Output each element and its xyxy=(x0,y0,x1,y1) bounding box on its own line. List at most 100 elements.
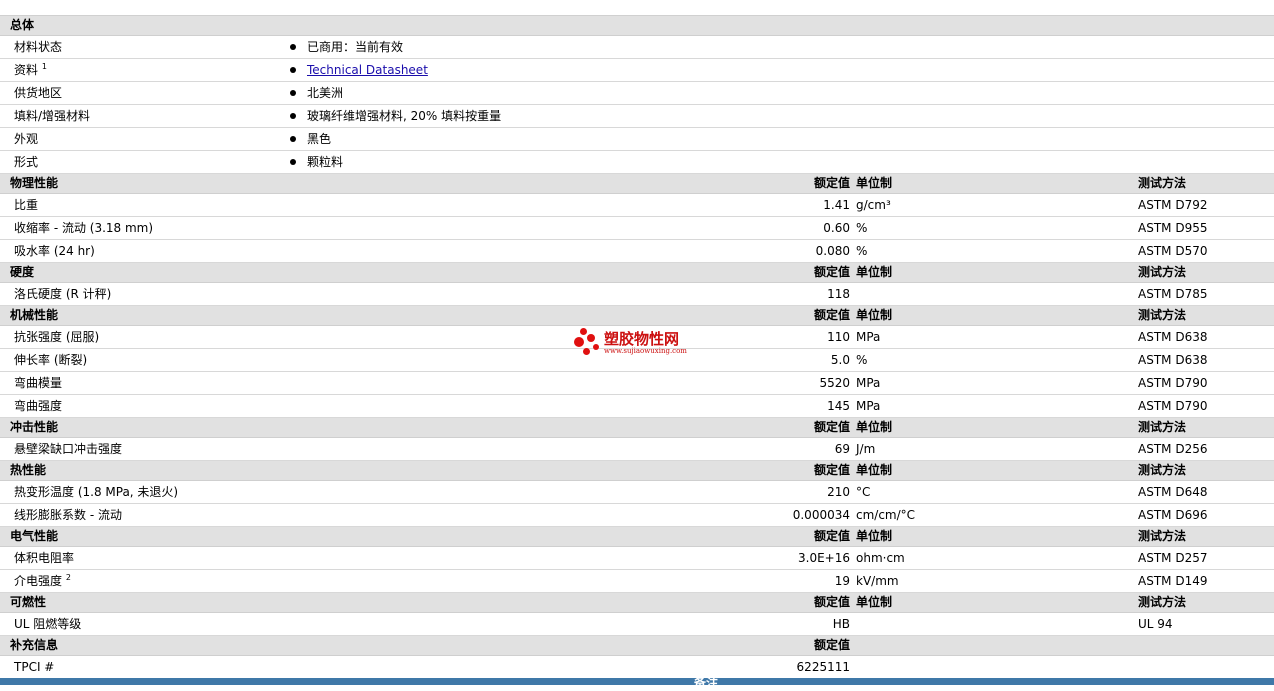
nominal-value: 145 xyxy=(827,399,850,413)
test-method: ASTM D792 xyxy=(1138,198,1208,212)
property-label: 介电强度 2 xyxy=(14,573,71,588)
unit-value: g/cm³ xyxy=(856,198,891,212)
section-header: 补充信息 额定值 xyxy=(0,636,1274,656)
row-label-text: 形式 xyxy=(14,155,39,169)
logo-dot-icon xyxy=(583,348,590,355)
property-row: 弯曲模量 5520 MPa ASTM D790 xyxy=(0,372,1274,395)
property-label: TPCI # xyxy=(14,660,54,674)
unit-value: ohm·cm xyxy=(856,551,905,565)
property-row: 悬壁梁缺口冲击强度 69 J/m ASTM D256 xyxy=(0,438,1274,461)
logo-dot-icon xyxy=(593,344,599,350)
col-header-nominal: 额定值 xyxy=(813,463,850,477)
nominal-value: 0.000034 xyxy=(792,508,850,522)
test-method: UL 94 xyxy=(1138,617,1173,631)
property-label-text: TPCI # xyxy=(14,660,55,674)
bullet-icon xyxy=(290,90,296,96)
row-value: 玻璃纤维增强材料, 20% 填料按重量 xyxy=(307,109,502,123)
test-method: ASTM D256 xyxy=(1138,442,1208,456)
col-header-method: 测试方法 xyxy=(1138,420,1187,434)
test-method: ASTM D638 xyxy=(1138,330,1208,344)
col-header-unit: 单位制 xyxy=(856,308,893,322)
property-row: 介电强度 2 19 kV/mm ASTM D149 xyxy=(0,570,1274,593)
test-method: ASTM D696 xyxy=(1138,508,1208,522)
logo-dot-icon xyxy=(580,328,587,335)
general-section: 总体 材料状态 已商用：当前有效 资料 1 Technical Datasheet 供货… xyxy=(0,16,1274,174)
row-value: 颗粒料 xyxy=(307,155,344,169)
bullet-icon xyxy=(290,159,296,165)
section-title: 热性能 xyxy=(10,463,47,477)
col-header-method: 测试方法 xyxy=(1138,308,1187,322)
section-header-general: 总体 xyxy=(0,16,1274,36)
property-label: 线形膨胀系数 - 流动 xyxy=(14,508,122,522)
nominal-value: 69 xyxy=(834,442,850,456)
row-label-text: 外观 xyxy=(14,132,39,146)
property-label-text: 悬壁梁缺口冲击强度 xyxy=(14,442,123,456)
property-label: 收缩率 - 流动 (3.18 mm) xyxy=(14,221,153,235)
row-label-text: 填料/增强材料 xyxy=(14,109,91,123)
nominal-value: 19 xyxy=(834,574,850,588)
datasheet-link[interactable]: Technical Datasheet xyxy=(307,63,428,77)
col-header-unit: 单位制 xyxy=(856,463,893,477)
property-label: 抗张强度 (屈服) xyxy=(14,330,99,344)
property-label-text: 介电强度 xyxy=(14,574,63,588)
section-header: 硬度 额定值 单位制 测试方法 xyxy=(0,263,1274,283)
property-row: 收缩率 - 流动 (3.18 mm) 0.60% ASTM D955 xyxy=(0,217,1274,240)
nominal-value: 0.60 xyxy=(823,221,850,235)
properties-sections: 物理性能 额定值 单位制 测试方法 比重 1.41 g/cm³ ASTM D792 收缩率 - … xyxy=(0,174,1274,679)
test-method: ASTM D648 xyxy=(1138,485,1208,499)
property-label-text: 伸长率 (断裂) xyxy=(14,353,88,367)
col-header-nominal: 额定值 xyxy=(813,529,850,543)
general-row: 填料/增强材料 玻璃纤维增强材料, 20% 填料按重量 xyxy=(0,105,1274,128)
test-method: ASTM D149 xyxy=(1138,574,1208,588)
col-header-unit: 单位制 xyxy=(856,420,893,434)
property-label-text: 吸水率 (24 hr) xyxy=(14,244,95,258)
section-header: 电气性能 额定值 单位制 测试方法 xyxy=(0,527,1274,547)
section-title: 可燃性 xyxy=(10,595,47,609)
row-value: 已商用：当前有效 xyxy=(307,40,404,54)
section-header: 机械性能 额定值 单位制 测试方法 xyxy=(0,306,1274,326)
unit-value: °C xyxy=(856,485,871,499)
property-label: 吸水率 (24 hr) xyxy=(14,244,95,258)
property-label-text: 热变形温度 (1.8 MPa, 未退火) xyxy=(14,485,179,499)
nominal-value: 110 xyxy=(827,330,850,344)
property-label: 弯曲强度 xyxy=(14,399,62,413)
unit-value: kV/mm xyxy=(856,574,899,588)
col-header-unit: 单位制 xyxy=(856,529,893,543)
col-header-unit: 单位制 xyxy=(856,265,893,279)
property-label-text: 洛氏硬度 (R 计秤) xyxy=(14,287,112,301)
notes-label: 备注 xyxy=(694,676,719,690)
col-header-nominal: 额定值 xyxy=(813,265,850,279)
property-row: 体积电阻率 3.0E+16 ohm·cm ASTM D257 xyxy=(0,547,1274,570)
watermark-logo: 塑胶物性网 www.sujiaowuxing.com xyxy=(574,326,704,360)
section-header: 热性能 额定值 单位制 测试方法 xyxy=(0,461,1274,481)
row-label: 供货地区 xyxy=(14,86,62,100)
col-header-unit: 单位制 xyxy=(856,176,893,190)
nominal-value: 3.0E+16 xyxy=(798,551,850,565)
nominal-value: 6225111 xyxy=(796,660,850,674)
general-row: 资料 1 Technical Datasheet xyxy=(0,59,1274,82)
top-strip xyxy=(0,0,1274,16)
section-header: 冲击性能 额定值 单位制 测试方法 xyxy=(0,418,1274,438)
col-header-method: 测试方法 xyxy=(1138,176,1187,190)
test-method: ASTM D638 xyxy=(1138,353,1208,367)
unit-value: cm/cm/°C xyxy=(856,508,916,522)
property-row: 吸水率 (24 hr) 0.080% ASTM D570 xyxy=(0,240,1274,263)
row-value: 北美洲 xyxy=(307,86,344,100)
property-row: UL 阻燃等级 HB UL 94 xyxy=(0,613,1274,636)
section-title: 冲击性能 xyxy=(10,420,59,434)
property-label-text: 线形膨胀系数 - 流动 xyxy=(14,508,122,522)
property-row: TPCI # 6225111 xyxy=(0,656,1274,679)
property-label: 弯曲模量 xyxy=(14,376,62,390)
unit-value: % xyxy=(856,353,868,367)
row-label-text: 供货地区 xyxy=(14,86,63,100)
col-header-unit: 单位制 xyxy=(856,595,893,609)
logo-dot-icon xyxy=(587,334,595,342)
bullet-icon xyxy=(290,136,296,142)
property-label: 悬壁梁缺口冲击强度 xyxy=(14,442,122,456)
unit-value: % xyxy=(856,221,868,235)
logo-dot-icon xyxy=(574,337,584,347)
property-label-text: 比重 xyxy=(14,198,39,212)
test-method: ASTM D257 xyxy=(1138,551,1208,565)
test-method: ASTM D790 xyxy=(1138,376,1208,390)
general-row: 材料状态 已商用：当前有效 xyxy=(0,36,1274,59)
